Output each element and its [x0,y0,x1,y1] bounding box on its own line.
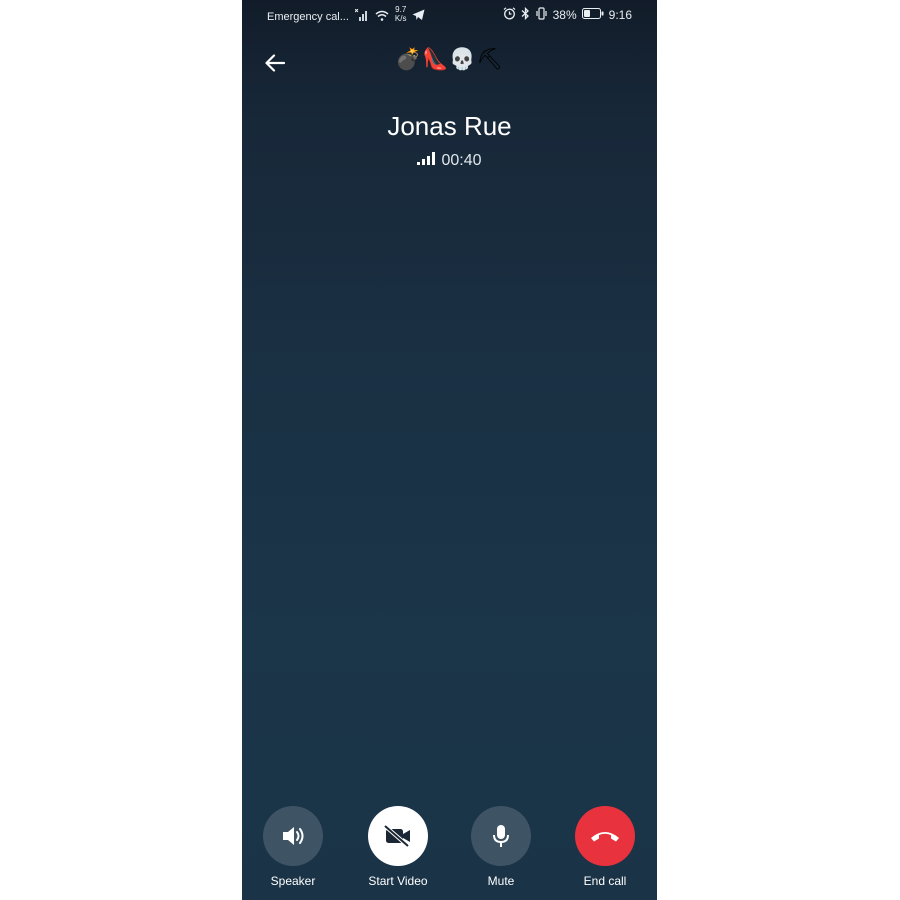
wifi-icon [375,10,389,24]
speed-value: 9.7 [395,4,407,14]
call-status: 00:40 [242,152,657,170]
call-duration: 00:40 [441,152,482,169]
status-left: Emergency cal... 9.7 K/s [267,5,425,24]
battery-percent: 38% [552,8,577,22]
contact-name: Jonas Rue [387,111,512,141]
end-call-control: End call [555,806,655,888]
speaker-control: Speaker [243,806,343,888]
alarm-icon [503,7,516,23]
start-video-button[interactable] [368,806,428,866]
clock-time: 9:16 [608,8,632,22]
no-sim-signal-icon [354,8,369,24]
mute-button[interactable] [471,806,531,866]
microphone-icon [493,825,509,847]
status-right: 38% 9:16 [503,6,632,23]
call-screen: Emergency cal... 9.7 K/s 38% 9:16 💣👠💀⛏ J… [242,0,657,900]
video-control: Start Video [348,806,448,888]
status-bar: Emergency cal... 9.7 K/s 38% 9:16 [242,0,657,30]
speaker-icon [283,827,304,845]
network-speed: 9.7 K/s [395,5,407,23]
carrier-text: Emergency cal... [267,10,349,23]
end-call-label: End call [583,874,627,888]
end-call-button[interactable] [575,806,635,866]
speed-unit: K/s [394,13,407,23]
mute-control: Mute [451,806,551,888]
hang-up-icon [591,832,619,842]
encryption-emojis[interactable]: 💣👠💀⛏ [242,48,657,72]
vibrate-icon [535,7,548,23]
mute-label: Mute [487,874,515,888]
speaker-label: Speaker [270,874,316,888]
call-header: 💣👠💀⛏ [242,40,657,84]
battery-icon [581,8,604,22]
telegram-icon [412,9,425,24]
video-off-icon [384,825,410,847]
signal-strength-icon [417,152,436,170]
speaker-button[interactable] [263,806,323,866]
call-controls: Speaker Start Video Mute End call [242,806,657,896]
bluetooth-icon [521,6,530,23]
start-video-label: Start Video [368,874,428,888]
